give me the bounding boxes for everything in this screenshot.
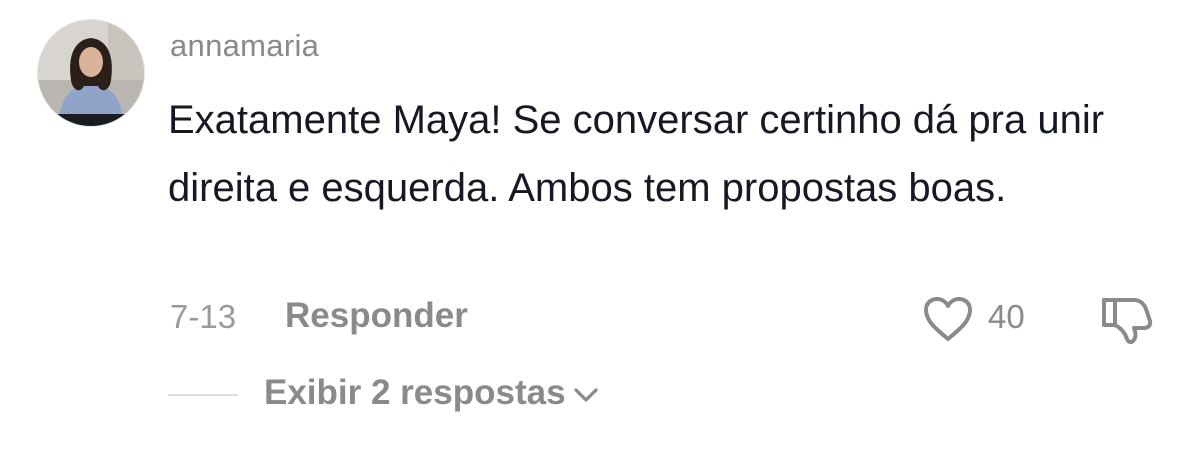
reply-button[interactable]: Responder [285, 296, 468, 336]
thumbs-down-icon[interactable] [1098, 294, 1156, 344]
comment-username[interactable]: annamaria [170, 28, 319, 64]
comment-date: 7-13 [170, 298, 237, 335]
view-replies-label: Exibir 2 respostas [264, 373, 566, 412]
heart-outline-icon[interactable] [922, 296, 974, 342]
like-count: 40 [988, 298, 1025, 335]
avatar[interactable] [37, 19, 145, 127]
view-replies-button[interactable]: Exibir 2 respostas [264, 373, 600, 413]
chevron-down-icon [573, 388, 598, 402]
replies-divider [168, 394, 238, 396]
comment-text: Exatamente Maya! Se conversar certinho d… [168, 98, 1105, 210]
avatar-photo [38, 20, 144, 126]
